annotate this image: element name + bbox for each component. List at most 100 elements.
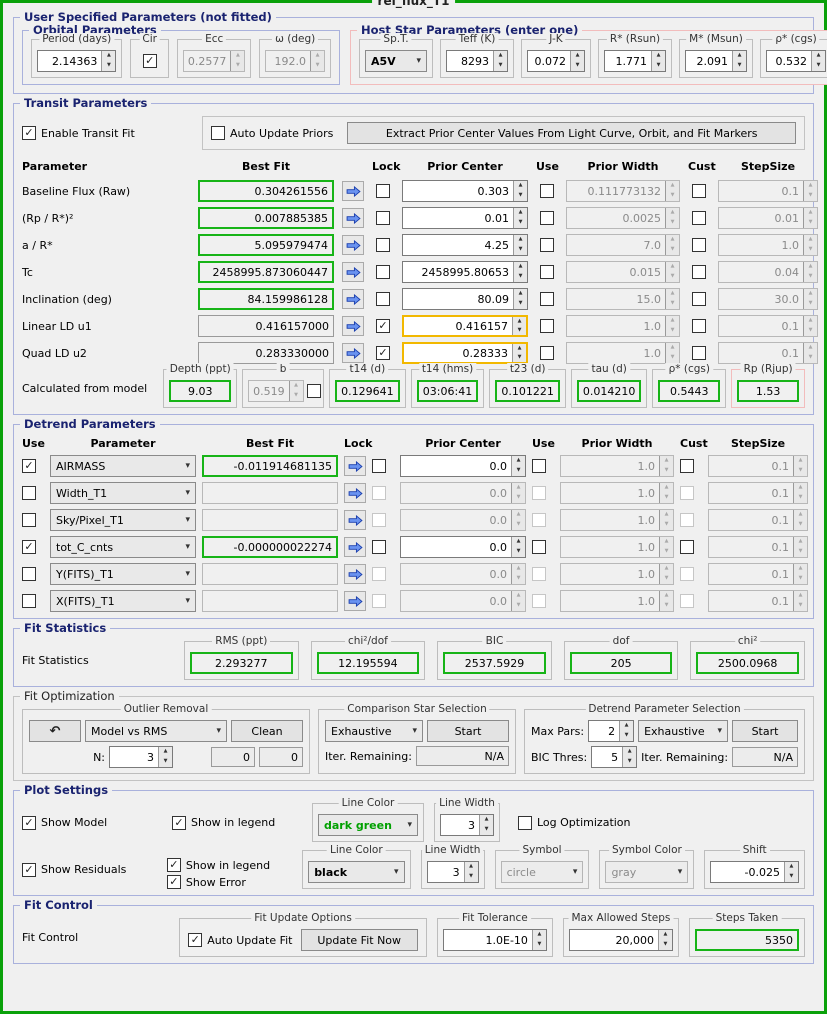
spinner[interactable] (622, 747, 636, 767)
use2-checkbox[interactable] (532, 540, 546, 554)
transfer-arrow-button[interactable] (344, 564, 366, 584)
shift-input[interactable]: -0.025 (710, 861, 799, 883)
show-model-checkbox[interactable]: ✓ (22, 816, 36, 830)
use-checkbox[interactable] (540, 238, 554, 252)
extract-prior-center-button[interactable]: Extract Prior Center Values From Light C… (347, 122, 796, 144)
cust-checkbox[interactable] (680, 540, 694, 554)
transfer-arrow-button[interactable] (342, 343, 364, 363)
prior-center-input[interactable]: 0.416157 (402, 315, 528, 337)
outlier-method-dropdown[interactable]: Model vs RMS (85, 720, 227, 742)
spinner[interactable] (513, 181, 527, 201)
spt-dropdown[interactable]: A5V (365, 50, 427, 72)
use-checkbox[interactable] (540, 292, 554, 306)
cust-checkbox[interactable] (692, 346, 706, 360)
lock-checkbox[interactable] (372, 459, 386, 473)
spinner[interactable] (464, 862, 478, 882)
cust-checkbox[interactable] (692, 265, 706, 279)
prior-center-input[interactable]: 80.09 (402, 288, 528, 310)
log-optimization-checkbox[interactable] (518, 816, 532, 830)
undo-outlier-button[interactable] (29, 720, 81, 742)
cust-checkbox[interactable] (692, 211, 706, 225)
transfer-arrow-button[interactable] (342, 262, 364, 282)
detrend-param-dropdown[interactable]: Y(FITS)_T1 (50, 563, 196, 585)
lock-checkbox[interactable] (376, 184, 390, 198)
residuals-show-in-legend[interactable]: ✓Show in legend (167, 858, 292, 872)
b-checkbox[interactable] (307, 384, 321, 398)
lock-checkbox[interactable] (376, 265, 390, 279)
lock-checkbox[interactable]: ✓ (376, 319, 390, 333)
spinner[interactable] (511, 537, 525, 557)
transfer-arrow-button[interactable] (344, 483, 366, 503)
spinner[interactable] (512, 317, 526, 335)
spinner[interactable] (479, 815, 493, 835)
jk-spinner[interactable] (570, 51, 584, 71)
lock-checkbox[interactable] (376, 211, 390, 225)
detrend-param-dropdown[interactable]: X(FITS)_T1 (50, 590, 196, 612)
residuals-line-width-input[interactable]: 3 (427, 861, 479, 883)
rstar-spinner[interactable] (651, 51, 665, 71)
log-optimization[interactable]: Log Optimization (518, 816, 631, 830)
prior-center-input[interactable]: 2458995.80653 (402, 261, 528, 283)
detrend-sel-start-button[interactable]: Start (732, 720, 798, 742)
prior-center-input[interactable]: 0.0 (400, 455, 526, 477)
spinner[interactable] (513, 289, 527, 309)
spinner[interactable] (532, 930, 546, 950)
show-error[interactable]: ✓Show Error (167, 875, 292, 889)
detrend-param-dropdown[interactable]: Width_T1 (50, 482, 196, 504)
use-checkbox[interactable] (22, 513, 36, 527)
mstar-input[interactable]: 2.091 (685, 50, 747, 72)
transfer-arrow-button[interactable] (344, 591, 366, 611)
spinner[interactable] (511, 456, 525, 476)
auto-update-priors[interactable]: Auto Update Priors (211, 126, 333, 140)
cust-checkbox[interactable] (692, 238, 706, 252)
spinner[interactable] (158, 747, 172, 767)
model-legend-checkbox[interactable]: ✓ (172, 816, 186, 830)
prior-center-input[interactable]: 4.25 (402, 234, 528, 256)
model-show-in-legend[interactable]: ✓Show in legend (172, 816, 302, 830)
prior-center-input[interactable]: 0.01 (402, 207, 528, 229)
rstar-input[interactable]: 1.771 (604, 50, 666, 72)
cust-checkbox[interactable] (680, 459, 694, 473)
spinner[interactable] (784, 862, 798, 882)
spinner[interactable] (658, 930, 672, 950)
jk-input[interactable]: 0.072 (527, 50, 585, 72)
lock-checkbox[interactable] (376, 292, 390, 306)
transfer-arrow-button[interactable] (342, 235, 364, 255)
use2-checkbox[interactable] (532, 459, 546, 473)
cust-checkbox[interactable] (692, 319, 706, 333)
detrend-sel-method-dropdown[interactable]: Exhaustive (638, 720, 728, 742)
auto-update-fit-checkbox[interactable]: ✓ (188, 933, 202, 947)
use-checkbox[interactable] (540, 346, 554, 360)
enable-transit-fit-checkbox[interactable]: ✓ (22, 126, 36, 140)
use-checkbox[interactable] (22, 594, 36, 608)
bic-thres-input[interactable]: 5 (591, 746, 637, 768)
lock-checkbox[interactable]: ✓ (376, 346, 390, 360)
prior-center-input[interactable]: 0.303 (402, 180, 528, 202)
spinner[interactable] (513, 208, 527, 228)
teff-spinner[interactable] (493, 51, 507, 71)
model-line-width-input[interactable]: 3 (440, 814, 494, 836)
use-checkbox[interactable]: ✓ (22, 459, 36, 473)
spinner[interactable] (513, 262, 527, 282)
rho-input[interactable]: 0.532 (766, 50, 826, 72)
detrend-param-dropdown[interactable]: Sky/Pixel_T1 (50, 509, 196, 531)
period-input[interactable]: 2.14363 (37, 50, 116, 72)
transfer-arrow-button[interactable] (344, 510, 366, 530)
use-checkbox[interactable] (540, 319, 554, 333)
teff-input[interactable]: 8293 (446, 50, 508, 72)
model-line-color-dropdown[interactable]: dark green (318, 814, 418, 836)
auto-update-fit[interactable]: ✓Auto Update Fit (188, 933, 292, 947)
show-error-checkbox[interactable]: ✓ (167, 875, 181, 889)
enable-transit-fit[interactable]: ✓Enable Transit Fit (22, 126, 192, 140)
prior-center-input[interactable]: 0.28333 (402, 342, 528, 364)
cir-checkbox[interactable]: ✓ (143, 54, 157, 68)
spinner[interactable] (513, 235, 527, 255)
residuals-legend-checkbox[interactable]: ✓ (167, 858, 181, 872)
cust-checkbox[interactable] (692, 292, 706, 306)
cust-checkbox[interactable] (692, 184, 706, 198)
transfer-arrow-button[interactable] (342, 208, 364, 228)
max-pars-input[interactable]: 2 (588, 720, 634, 742)
transfer-arrow-button[interactable] (342, 181, 364, 201)
lock-checkbox[interactable] (376, 238, 390, 252)
n-input[interactable]: 3 (109, 746, 173, 768)
